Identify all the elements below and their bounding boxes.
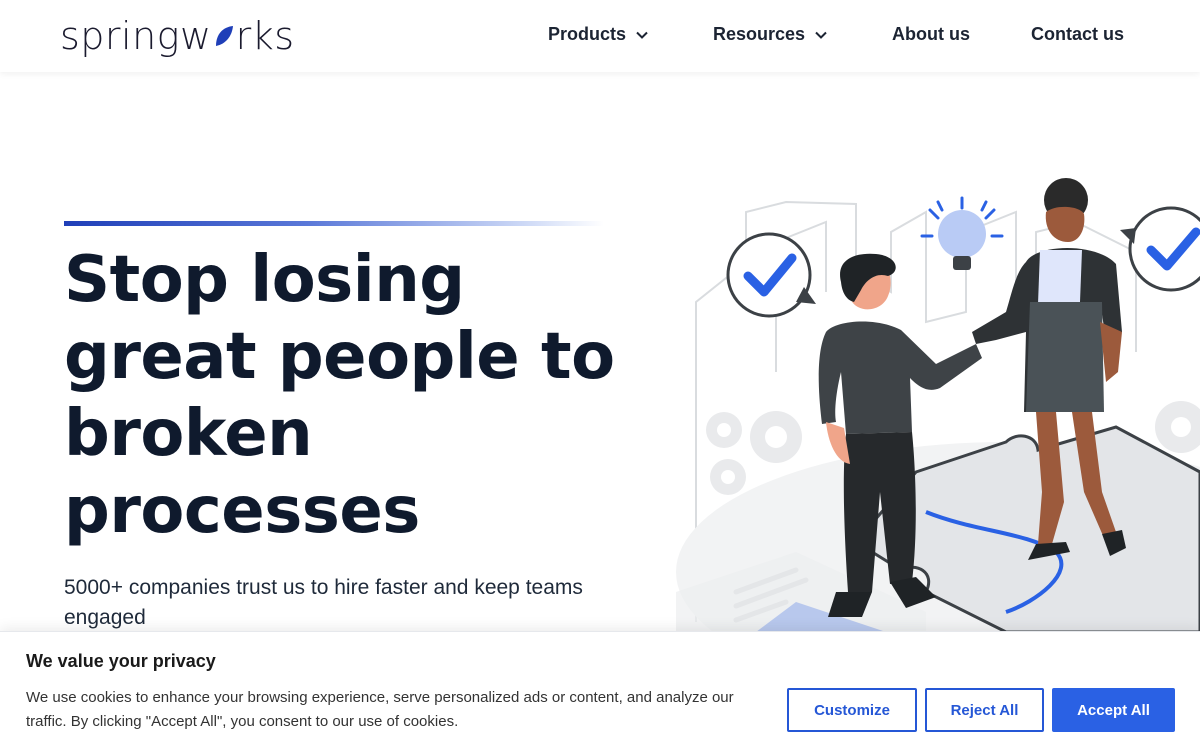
cookie-consent-banner: We value your privacy We use cookies to … [0,631,1200,750]
hero-title: Stop losing great people to broken proce… [64,242,624,550]
hero-title-line: great people to [64,320,615,394]
nav-contact-us-label: Contact us [1031,24,1125,44]
site-header: spring w rks Products Resources About us C… [0,0,1200,72]
logo-text-right: rks [235,14,295,58]
hero-title-line: broken [64,397,313,471]
chevron-down-icon [636,31,648,39]
check-bubble-left [726,232,816,318]
nav-contact-us[interactable]: Contact us [1031,24,1124,45]
logo-w: w [180,14,212,58]
logo-text-left: spring [60,14,180,58]
nav-products-label: Products [548,24,627,44]
hero-title-line: Stop losing [64,243,465,317]
nav-products[interactable]: Products [548,24,648,45]
springworks-logo[interactable]: spring w rks [60,13,295,59]
lightbulb [920,196,1004,270]
chevron-down-icon [815,31,827,39]
hero-subtitle: 5000+ companies trust us to hire faster … [64,576,583,629]
check-bubble-right [1120,206,1200,292]
accept-all-button[interactable]: Accept All [1052,688,1175,732]
handshake-illustration [676,178,1200,632]
hero-title-line: processes [64,474,420,548]
reject-all-button[interactable]: Reject All [925,688,1044,732]
nav-about-us-label: About us [892,24,970,44]
customize-button[interactable]: Customize [787,688,917,732]
cookie-title: We value your privacy [26,651,216,671]
cookie-description: We use cookies to enhance your browsing … [26,689,734,730]
hero-accent-line [64,221,604,226]
nav-about-us[interactable]: About us [892,24,970,45]
nav-resources[interactable]: Resources [713,24,827,45]
leaf-icon [215,26,233,46]
nav-resources-label: Resources [713,24,806,44]
